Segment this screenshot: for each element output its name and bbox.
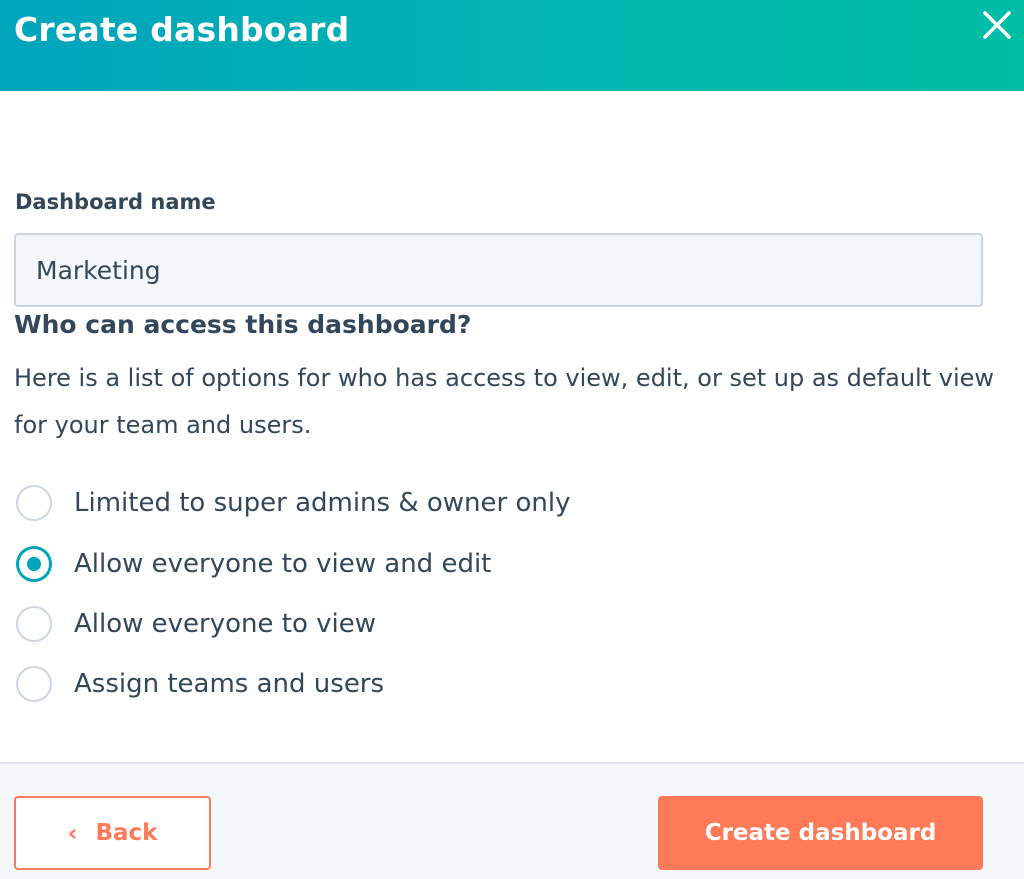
radio-button[interactable] <box>16 606 52 642</box>
radio-label: Allow everyone to view <box>74 609 377 639</box>
modal-title: Create dashboard <box>14 10 350 49</box>
access-option-super-admins[interactable]: Limited to super admins & owner only <box>16 483 570 523</box>
radio-label: Limited to super admins & owner only <box>74 488 571 518</box>
create-dashboard-button[interactable]: Create dashboard <box>658 796 983 870</box>
access-option-view-only[interactable]: Allow everyone to view <box>16 604 376 644</box>
dashboard-name-label: Dashboard name <box>15 190 216 214</box>
dashboard-name-input[interactable] <box>14 233 983 307</box>
back-button[interactable]: ‹ Back <box>14 796 211 870</box>
radio-label: Allow everyone to view and edit <box>74 549 492 579</box>
radio-label: Assign teams and users <box>74 669 385 699</box>
chevron-left-icon: ‹ <box>67 819 78 847</box>
back-button-label: Back <box>95 820 158 846</box>
radio-button[interactable] <box>16 666 52 702</box>
create-dashboard-modal: Create dashboard Dashboard name Who can … <box>0 0 1024 879</box>
access-section-description: Here is a list of options for who has ac… <box>14 364 995 439</box>
access-option-view-and-edit[interactable]: Allow everyone to view and edit <box>16 544 491 584</box>
close-button[interactable] <box>978 6 1016 44</box>
modal-header: Create dashboard <box>0 0 1024 91</box>
close-icon <box>983 11 1011 39</box>
radio-selected-dot <box>27 557 41 571</box>
access-option-assign-teams[interactable]: Assign teams and users <box>16 664 384 704</box>
modal-footer: ‹ Back Create dashboard <box>0 762 1024 879</box>
create-dashboard-button-label: Create dashboard <box>704 820 937 846</box>
radio-button-selected[interactable] <box>16 546 52 582</box>
modal-body: Dashboard name Who can access this dashb… <box>0 91 1024 762</box>
radio-button[interactable] <box>16 485 52 521</box>
access-section-title: Who can access this dashboard? <box>14 310 472 339</box>
